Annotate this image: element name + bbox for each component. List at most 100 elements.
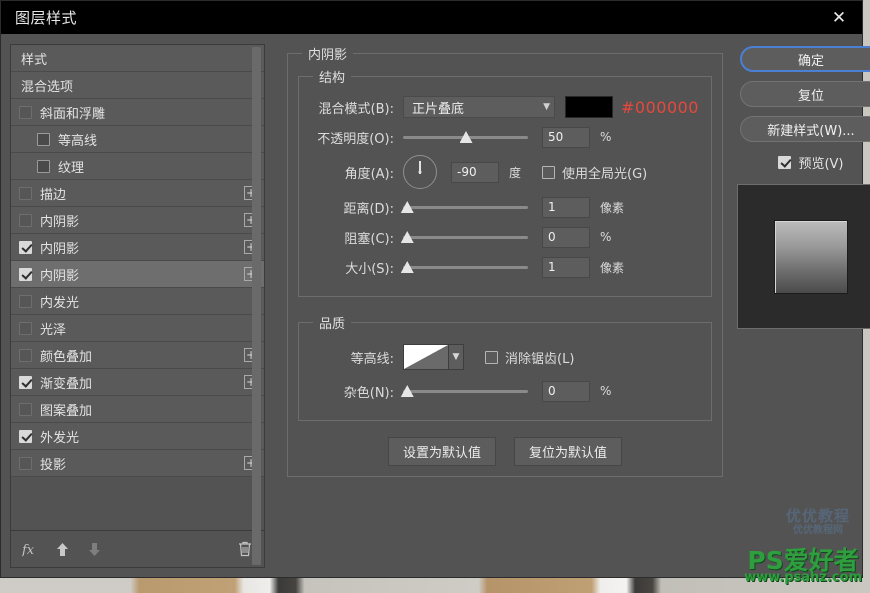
- opacity-label: 不透明度(O):: [317, 131, 394, 147]
- contour-swatch[interactable]: [403, 344, 449, 370]
- effect-checkbox[interactable]: [19, 294, 32, 308]
- distance-label: 距离(D):: [343, 201, 394, 217]
- inner-shadow-heading: 内阴影: [308, 48, 348, 63]
- effect-row-9[interactable]: 内发光: [11, 288, 264, 315]
- effect-checkbox[interactable]: [37, 159, 50, 173]
- preview-box: [778, 156, 792, 169]
- reset-default-button[interactable]: 复位为默认值: [513, 437, 622, 466]
- contour-dropdown-icon[interactable]: ▼: [449, 344, 464, 370]
- effect-row-14[interactable]: 外发光: [11, 423, 264, 450]
- effect-checkbox[interactable]: [37, 132, 50, 146]
- blend-mode-row: 混合模式(B): 正片叠底 ▼ #000000: [311, 92, 699, 122]
- noise-label: 杂色(N):: [343, 385, 394, 401]
- effect-label: 斜面和浮雕: [40, 106, 106, 122]
- structure-heading: 结构: [319, 71, 346, 86]
- angle-dial[interactable]: [403, 155, 437, 189]
- effect-checkbox[interactable]: [19, 321, 32, 335]
- effect-label: 内阴影: [40, 268, 80, 284]
- effect-label: 样式: [21, 52, 48, 68]
- distance-slider[interactable]: [400, 196, 528, 218]
- use-global-light-box: [542, 165, 556, 179]
- effect-checkbox[interactable]: [19, 267, 32, 281]
- move-up-icon[interactable]: [53, 540, 71, 558]
- fx-icon[interactable]: fx: [21, 540, 39, 558]
- dialog-title: 图层样式: [15, 9, 78, 27]
- choke-label: 阻塞(C):: [344, 231, 394, 247]
- opacity-row: 不透明度(O): 50 %: [311, 122, 699, 152]
- watermark-green: PS爱好者 www.psahz.com: [744, 548, 862, 584]
- opacity-slider[interactable]: [403, 126, 528, 148]
- size-input[interactable]: 1: [542, 256, 590, 278]
- effects-scrollbar-track[interactable]: [252, 47, 261, 565]
- effect-checkbox[interactable]: [19, 456, 32, 470]
- effect-row-5[interactable]: 描边 +: [11, 180, 264, 207]
- noise-slider-track: [403, 390, 528, 393]
- preview-checkbox[interactable]: 预览(V): [778, 153, 844, 172]
- choke-input[interactable]: 0: [542, 226, 590, 248]
- watermark-blue: 优优教程 优优教程网: [785, 507, 850, 537]
- antialias-checkbox[interactable]: 消除锯齿(L): [478, 348, 574, 367]
- choke-row: 阻塞(C): 0 %: [311, 222, 699, 252]
- effect-label: 纹理: [58, 160, 85, 176]
- opacity-input[interactable]: 50: [542, 126, 590, 148]
- effect-row-6[interactable]: 内阴影 +: [11, 207, 264, 234]
- angle-row: 角度(A): -90 度 使用全局光(G): [311, 152, 699, 192]
- angle-input[interactable]: -90: [451, 161, 499, 183]
- size-unit: 像素: [600, 260, 625, 275]
- hex-annotation: #000000: [621, 97, 699, 117]
- contour-label: 等高线:: [350, 351, 394, 367]
- effect-label: 图案叠加: [40, 403, 93, 419]
- distance-slider-track: [403, 206, 528, 209]
- effect-row-7[interactable]: 内阴影 +: [11, 234, 264, 261]
- effect-row-15[interactable]: 投影 +: [11, 450, 264, 477]
- effect-checkbox[interactable]: [19, 429, 32, 443]
- watermark-blue-main: 优优教程: [785, 507, 850, 525]
- effect-row-1[interactable]: 混合选项: [11, 72, 264, 99]
- move-down-icon[interactable]: [85, 540, 103, 558]
- size-row: 大小(S): 1 像素: [311, 252, 699, 282]
- effect-label: 光泽: [40, 322, 67, 338]
- close-icon[interactable]: ✕: [816, 1, 862, 34]
- angle-label: 角度(A):: [344, 166, 394, 182]
- effect-row-3[interactable]: 等高线: [11, 126, 264, 153]
- reset-button[interactable]: 复位: [739, 81, 870, 107]
- use-global-light-checkbox[interactable]: 使用全局光(G): [535, 163, 647, 182]
- effect-row-10[interactable]: 光泽: [11, 315, 264, 342]
- effect-checkbox[interactable]: [19, 375, 32, 389]
- preview-sample-shape: [774, 220, 847, 293]
- structure-group: 结构 混合模式(B): 正片叠底 ▼ #000000 不透明度(O): 50 %…: [298, 67, 712, 297]
- effect-label: 内阴影: [40, 241, 80, 257]
- effect-label: 外发光: [40, 430, 80, 446]
- new-style-button[interactable]: 新建样式(W)...: [739, 116, 870, 142]
- effect-row-4[interactable]: 纹理: [11, 153, 264, 180]
- effect-row-12[interactable]: 渐变叠加 +: [11, 369, 264, 396]
- effect-row-13[interactable]: 图案叠加: [11, 396, 264, 423]
- effect-row-11[interactable]: 颜色叠加 +: [11, 342, 264, 369]
- noise-input[interactable]: 0: [542, 380, 590, 402]
- use-global-light-label: 使用全局光(G): [562, 166, 648, 182]
- noise-slider[interactable]: [400, 380, 528, 402]
- distance-input[interactable]: 1: [542, 196, 590, 218]
- opacity-unit: %: [600, 130, 612, 144]
- effect-checkbox[interactable]: [19, 348, 32, 362]
- size-slider[interactable]: [400, 256, 528, 278]
- contour-row: 等高线: ▼ 消除锯齿(L): [311, 338, 699, 376]
- effect-row-0[interactable]: 样式: [11, 45, 264, 72]
- effects-scrollbar-thumb[interactable]: [252, 47, 261, 565]
- ok-button[interactable]: 确定: [739, 46, 870, 72]
- quality-group: 品质 等高线: ▼ 消除锯齿(L) 杂色(N): 0 %: [298, 313, 712, 421]
- blend-mode-label: 混合模式(B):: [318, 101, 394, 117]
- shadow-color-swatch[interactable]: [565, 96, 613, 118]
- effect-checkbox[interactable]: [19, 105, 32, 119]
- choke-slider[interactable]: [400, 226, 528, 248]
- effect-checkbox[interactable]: [19, 402, 32, 416]
- effects-sidebar: 样式 混合选项 斜面和浮雕 等高线 纹理 描边 + 内阴影 + 内阴影 + 内阴影 + 内发光 光泽 颜色叠加…: [10, 44, 265, 568]
- effect-checkbox[interactable]: [19, 240, 32, 254]
- effect-checkbox[interactable]: [19, 213, 32, 227]
- effect-row-2[interactable]: 斜面和浮雕: [11, 99, 264, 126]
- effect-row-8[interactable]: 内阴影 +: [11, 261, 264, 288]
- effect-checkbox[interactable]: [19, 186, 32, 200]
- blend-mode-select[interactable]: 正片叠底 ▼: [403, 96, 555, 118]
- make-default-button[interactable]: 设置为默认值: [387, 437, 496, 466]
- watermark-blue-sub: 优优教程网: [792, 525, 843, 537]
